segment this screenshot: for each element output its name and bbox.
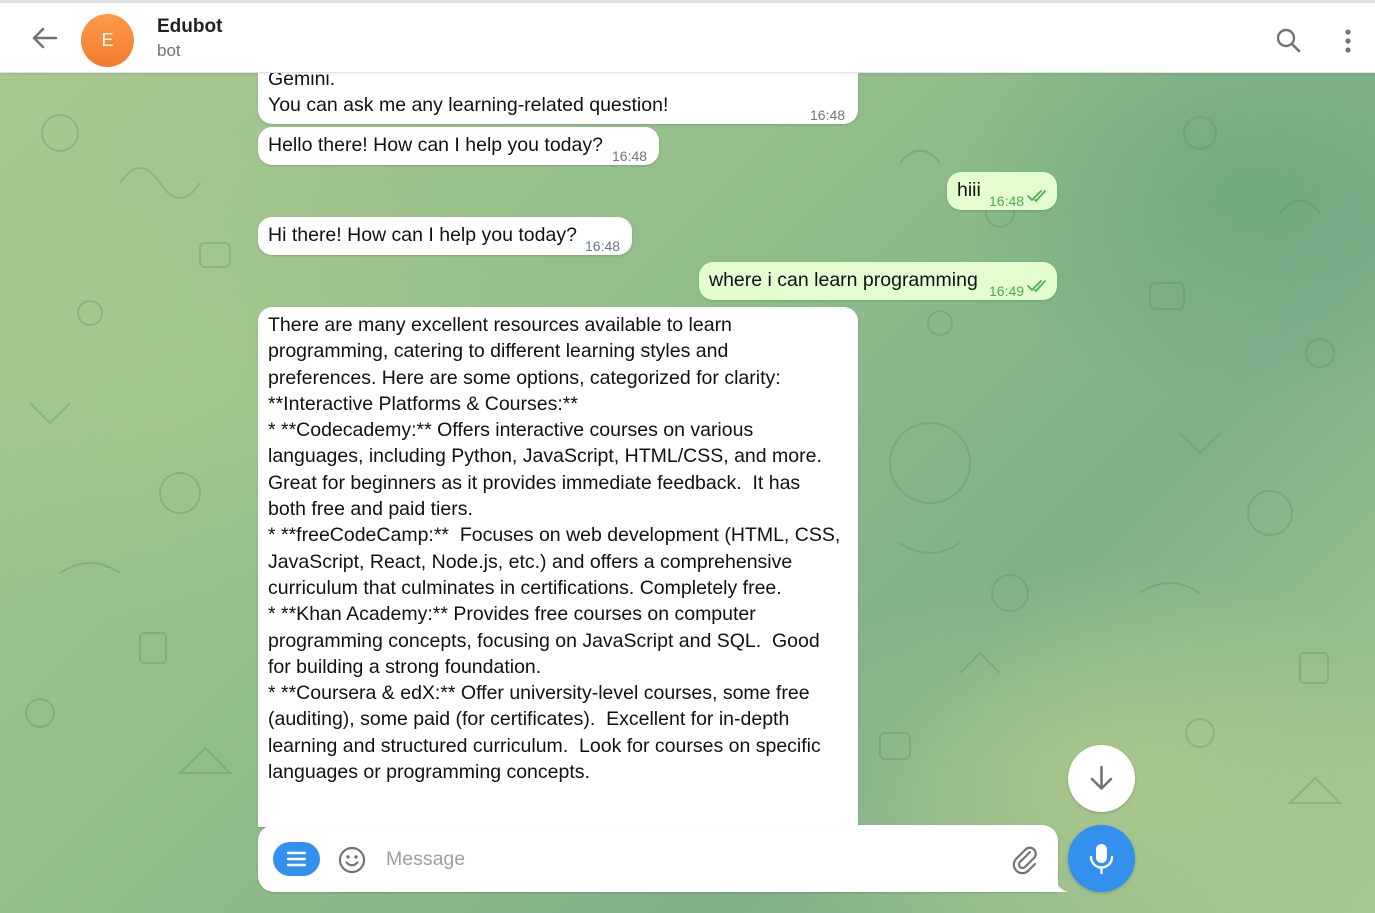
emoji-button[interactable]: [337, 845, 367, 875]
message-input[interactable]: [386, 841, 986, 877]
scroll-to-bottom-button[interactable]: [1068, 745, 1135, 812]
attach-button[interactable]: [1010, 843, 1040, 875]
message-line: * **freeCodeCamp:** Focuses on web devel…: [268, 524, 841, 547]
chat-title[interactable]: Edubot: [157, 16, 222, 38]
message-line: learning and structured curriculum. Look…: [268, 734, 821, 757]
message-line: * **Coursera & edX:** Offer university-l…: [268, 682, 810, 705]
message-line: There are many excellent resources avail…: [268, 314, 732, 336]
message-line: languages or programming concepts.: [268, 761, 590, 784]
message-line: both free and paid tiers.: [268, 498, 473, 521]
message-text: hiii: [957, 179, 981, 201]
message-incoming[interactable]: Hello there! How can I help you today? 1…: [258, 127, 659, 165]
arrow-down-icon: [1090, 765, 1113, 790]
message-time: 16:48: [989, 193, 1025, 209]
message-line: **Interactive Platforms & Courses:**: [268, 392, 578, 415]
smile-icon: [338, 846, 366, 874]
read-check-icon: [1027, 280, 1046, 293]
message-line: preferences. Here are some options, cate…: [268, 366, 781, 389]
microphone-icon: [1089, 844, 1114, 875]
message-outgoing[interactable]: where i can learn programming 16:49: [699, 262, 1057, 300]
message-text: Hello there! How can I help you today?: [268, 134, 603, 156]
chat-header: E Edubot bot: [0, 3, 1375, 73]
chat-status: bot: [157, 41, 181, 60]
message-line: programming concepts, focusing on JavaSc…: [268, 629, 820, 652]
paperclip-icon: [1012, 846, 1037, 875]
message-text: You can ask me any learning-related ques…: [268, 94, 669, 116]
read-check-icon: [1027, 190, 1046, 203]
message-line: for building a strong foundation.: [268, 655, 542, 678]
menu-lines-icon: [286, 851, 307, 867]
message-line: Great for beginners as it provides immed…: [268, 471, 801, 494]
search-button[interactable]: [1270, 23, 1306, 59]
message-line: languages, including Python, JavaScript,…: [268, 445, 822, 468]
message-line: programming, catering to different learn…: [268, 340, 729, 363]
avatar[interactable]: E: [81, 14, 134, 67]
message-line: curriculum that culminates in certificat…: [268, 576, 782, 599]
message-text: where i can learn programming: [709, 269, 978, 291]
message-line: (auditing), some paid (for certificates)…: [268, 708, 790, 731]
search-icon: [1276, 28, 1301, 53]
message-incoming[interactable]: Hi there! How can I help you today? 16:4…: [258, 217, 632, 255]
message-outgoing[interactable]: hiii 16:48: [947, 172, 1057, 210]
more-options-button[interactable]: [1333, 23, 1363, 59]
message-incoming-long[interactable]: There are many excellent resources avail…: [258, 307, 858, 827]
message-time: 16:48: [612, 148, 648, 164]
message-text: Hi there! How can I help you today?: [268, 224, 577, 246]
message-time: 16:49: [989, 283, 1025, 299]
message-line: * **Codecademy:** Offers interactive cou…: [268, 419, 754, 442]
message-composer: [258, 825, 1058, 892]
bot-menu-button[interactable]: [273, 842, 320, 876]
arrow-left-icon: [32, 27, 58, 49]
voice-message-button[interactable]: [1068, 825, 1135, 892]
message-line: JavaScript, React, Node.js, etc.) and of…: [268, 550, 793, 573]
message-line: * **Khan Academy:** Provides free course…: [268, 603, 756, 626]
message-time: 16:48: [585, 238, 621, 254]
message-time: 16:48: [810, 107, 846, 123]
composer-tail: [1050, 868, 1068, 892]
more-vertical-icon: [1345, 29, 1351, 53]
back-button[interactable]: [22, 23, 66, 53]
